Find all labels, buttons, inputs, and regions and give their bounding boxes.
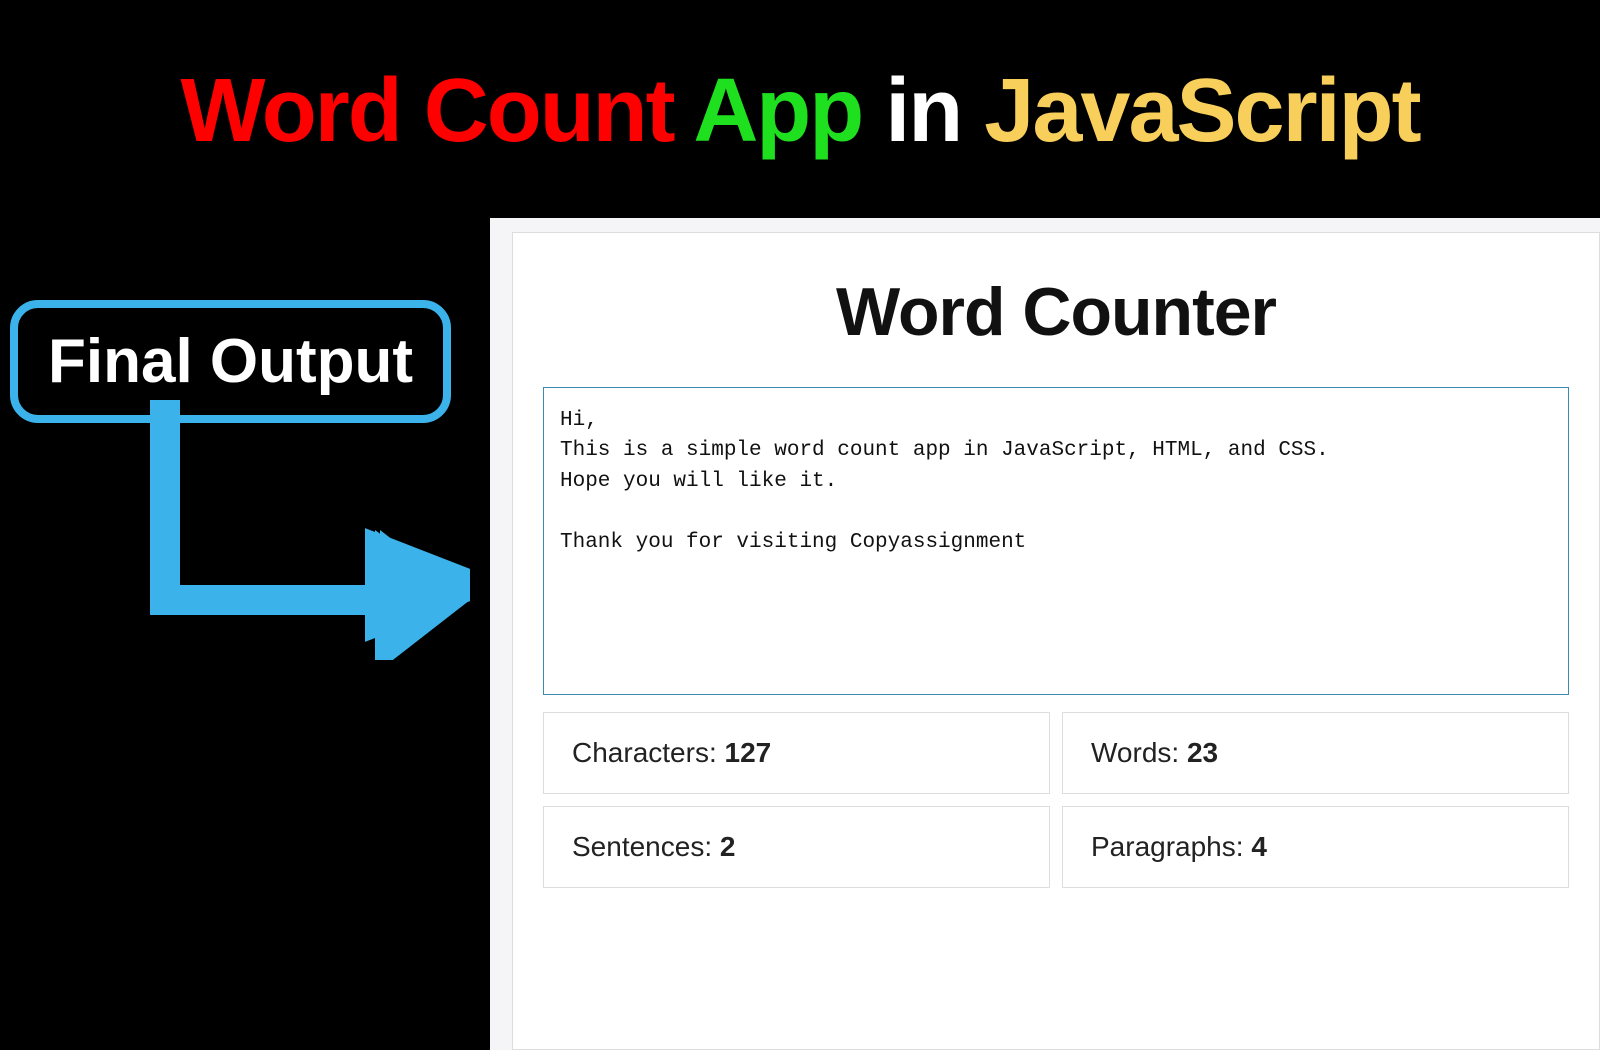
title-part-2: App (693, 61, 862, 161)
final-output-label: Final Output (48, 327, 413, 396)
stat-sentences-label: Sentences: (572, 831, 720, 862)
stat-words-label: Words: (1091, 737, 1187, 768)
stat-sentences-value: 2 (720, 831, 736, 862)
title-part-1: Word Count (180, 61, 673, 161)
stat-words: Words: 23 (1062, 712, 1569, 794)
stat-characters-label: Characters: (572, 737, 725, 768)
app-card: Word Counter Characters: 127 Words: 23 S… (512, 232, 1600, 1050)
stat-characters-value: 127 (725, 737, 772, 768)
stat-sentences: Sentences: 2 (543, 806, 1050, 888)
app-panel-background: Word Counter Characters: 127 Words: 23 S… (490, 218, 1600, 1050)
stat-paragraphs: Paragraphs: 4 (1062, 806, 1569, 888)
title-part-4: JavaScript (984, 61, 1419, 161)
stat-words-value: 23 (1187, 737, 1218, 768)
title-part-3: in (885, 61, 961, 161)
page-title: Word Count App in JavaScript (0, 0, 1600, 163)
stat-characters: Characters: 127 (543, 712, 1050, 794)
text-input[interactable] (543, 387, 1569, 695)
stats-grid: Characters: 127 Words: 23 Sentences: 2 P… (543, 712, 1569, 888)
stat-paragraphs-value: 4 (1251, 831, 1267, 862)
arrow-icon (150, 400, 470, 660)
app-title: Word Counter (543, 273, 1569, 351)
stat-paragraphs-label: Paragraphs: (1091, 831, 1251, 862)
